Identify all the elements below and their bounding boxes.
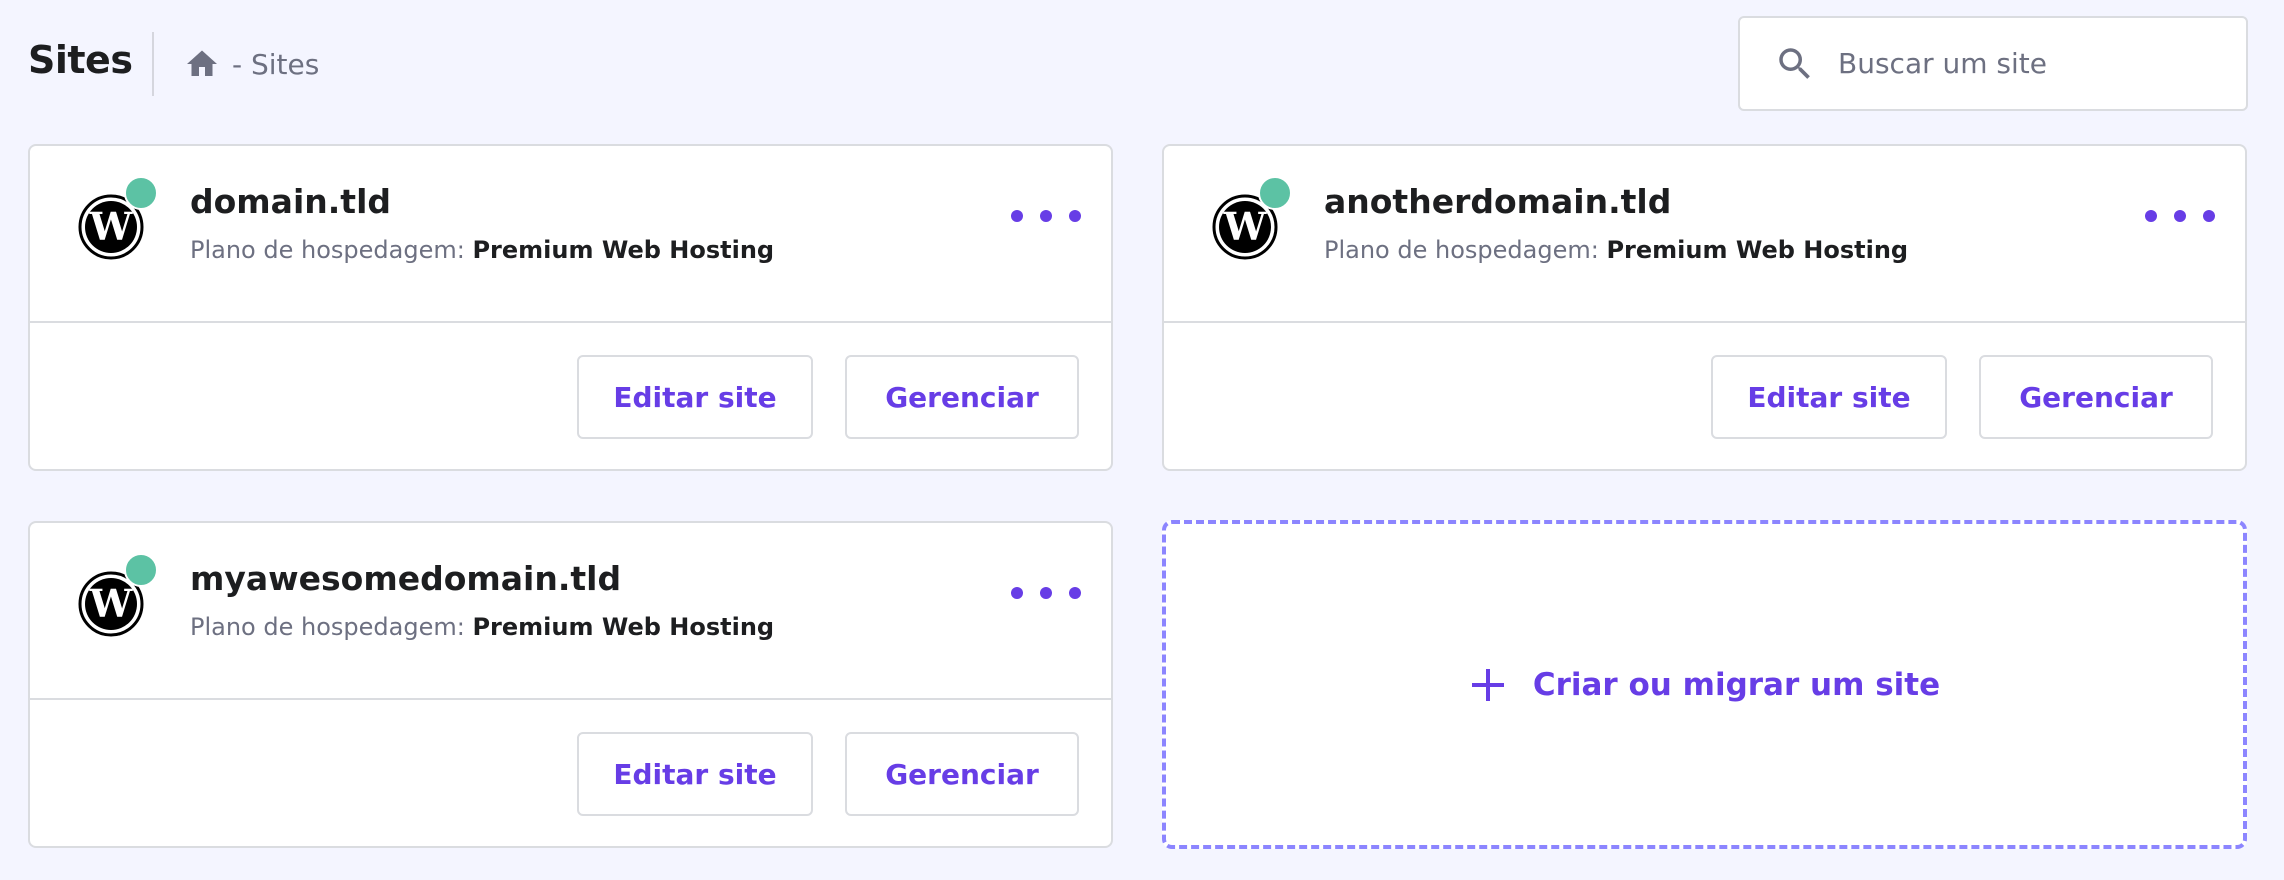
plan-value: Premium Web Hosting bbox=[472, 236, 775, 264]
page-title: Sites bbox=[28, 38, 133, 82]
manage-site-button[interactable]: Gerenciar bbox=[1979, 355, 2213, 439]
card-divider bbox=[30, 321, 1111, 323]
site-plan: Plano de hospedagem: Premium Web Hosting bbox=[190, 236, 774, 264]
card-divider bbox=[30, 698, 1111, 700]
title-divider bbox=[152, 32, 154, 96]
site-card-header: W domain.tld Plano de hospedagem: Premiu… bbox=[30, 146, 1111, 321]
plus-icon bbox=[1469, 666, 1507, 704]
more-dot-icon bbox=[2174, 210, 2186, 222]
search-icon bbox=[1774, 43, 1816, 85]
manage-site-button[interactable]: Gerenciar bbox=[845, 355, 1079, 439]
more-dot-icon bbox=[1040, 210, 1052, 222]
more-dot-icon bbox=[1069, 210, 1081, 222]
search-box[interactable] bbox=[1738, 16, 2248, 111]
site-plan: Plano de hospedagem: Premium Web Hosting bbox=[1324, 236, 1908, 264]
site-domain[interactable]: domain.tld bbox=[190, 182, 391, 221]
site-card: W domain.tld Plano de hospedagem: Premiu… bbox=[28, 144, 1113, 471]
site-plan: Plano de hospedagem: Premium Web Hosting bbox=[190, 613, 774, 641]
svg-text:W: W bbox=[1223, 204, 1268, 249]
breadcrumb-current: - Sites bbox=[232, 47, 320, 81]
create-site-card[interactable]: Criar ou migrar um site bbox=[1162, 520, 2247, 849]
site-card-header: W myawesomedomain.tld Plano de hospedage… bbox=[30, 523, 1111, 698]
page-header: Sites - Sites bbox=[0, 0, 2284, 130]
search-input[interactable] bbox=[1838, 47, 2218, 80]
edit-site-button[interactable]: Editar site bbox=[577, 355, 813, 439]
plan-label: Plano de hospedagem: bbox=[190, 236, 465, 264]
site-domain[interactable]: anotherdomain.tld bbox=[1324, 182, 1671, 221]
plan-value: Premium Web Hosting bbox=[472, 613, 775, 641]
home-icon[interactable] bbox=[184, 46, 220, 82]
more-dot-icon bbox=[1040, 587, 1052, 599]
more-options-button[interactable] bbox=[2145, 196, 2215, 236]
create-site-label: Criar ou migrar um site bbox=[1532, 666, 1941, 703]
edit-site-button[interactable]: Editar site bbox=[1711, 355, 1947, 439]
site-card: W myawesomedomain.tld Plano de hospedage… bbox=[28, 521, 1113, 848]
more-dot-icon bbox=[1011, 210, 1023, 222]
site-card-header: W anotherdomain.tld Plano de hospedagem:… bbox=[1164, 146, 2245, 321]
edit-site-button[interactable]: Editar site bbox=[577, 732, 813, 816]
status-online-indicator bbox=[1258, 176, 1292, 210]
plan-value: Premium Web Hosting bbox=[1606, 236, 1909, 264]
svg-text:W: W bbox=[89, 581, 134, 626]
plan-label: Plano de hospedagem: bbox=[1324, 236, 1599, 264]
more-options-button[interactable] bbox=[1011, 196, 1081, 236]
svg-text:W: W bbox=[89, 204, 134, 249]
manage-site-button[interactable]: Gerenciar bbox=[845, 732, 1079, 816]
more-dot-icon bbox=[2203, 210, 2215, 222]
site-card: W anotherdomain.tld Plano de hospedagem:… bbox=[1162, 144, 2247, 471]
more-dot-icon bbox=[2145, 210, 2157, 222]
status-online-indicator bbox=[124, 176, 158, 210]
more-dot-icon bbox=[1069, 587, 1081, 599]
site-domain[interactable]: myawesomedomain.tld bbox=[190, 559, 621, 598]
more-options-button[interactable] bbox=[1011, 573, 1081, 613]
more-dot-icon bbox=[1011, 587, 1023, 599]
status-online-indicator bbox=[124, 553, 158, 587]
card-divider bbox=[1164, 321, 2245, 323]
breadcrumb: - Sites bbox=[184, 44, 319, 84]
plan-label: Plano de hospedagem: bbox=[190, 613, 465, 641]
